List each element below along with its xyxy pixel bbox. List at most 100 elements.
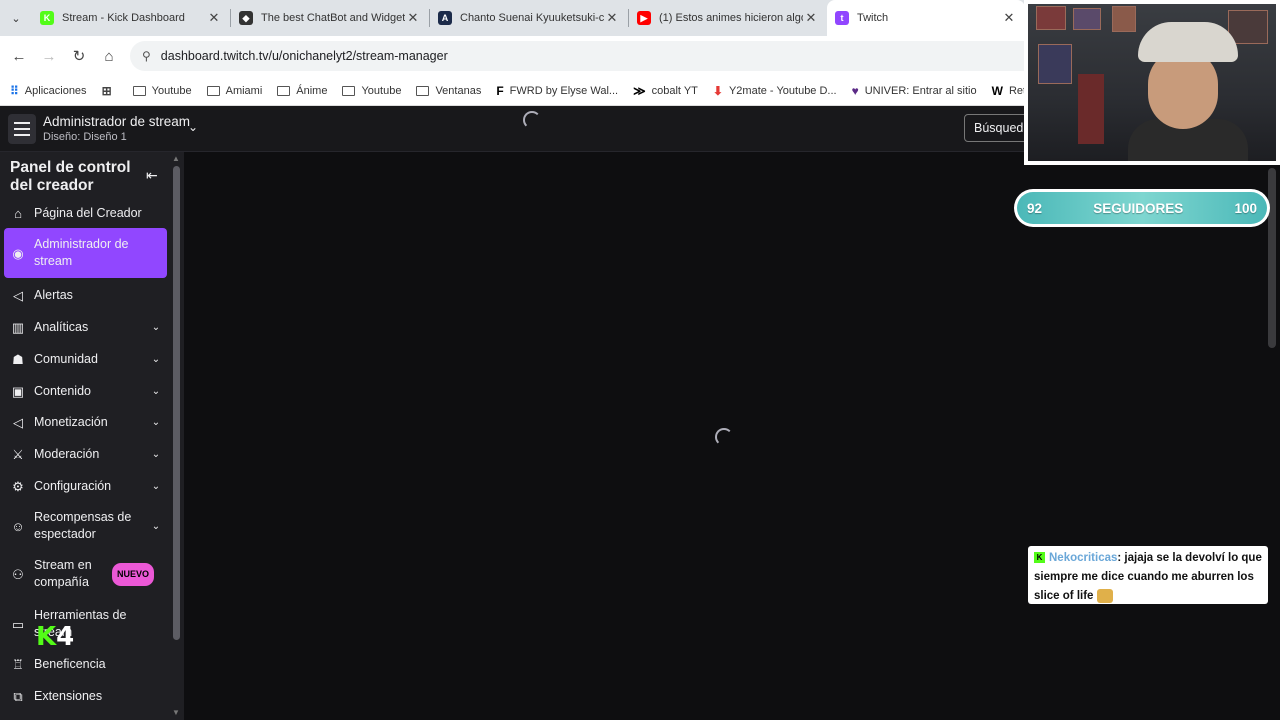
sidebar-item-label: Moderación — [34, 446, 100, 461]
grid-icon: ⊞ — [101, 83, 112, 98]
site-settings-icon[interactable]: ⚲ — [142, 49, 151, 63]
followers-goal: 100 — [1234, 200, 1257, 216]
bookmark-item[interactable]: ≫ cobalt YT — [633, 84, 698, 98]
chevron-down-icon[interactable]: ⌄ — [149, 478, 163, 495]
bookmark-item[interactable]: Ventanas — [416, 85, 481, 97]
page-title[interactable]: Administrador de stream — [43, 114, 190, 129]
tab-title: Stream - Kick Dashboard — [62, 12, 185, 24]
sidebar-item-stream-en-compañía[interactable]: ⚇ Stream en compañía NUEVO — [4, 554, 167, 594]
sidebar-item-label: Página del Creador — [34, 205, 142, 220]
browser-tab[interactable]: A Chanto Suenai Kyuuketsuki-cha ✕ — [430, 0, 628, 36]
bookmark-item[interactable]: Youtube — [342, 85, 401, 97]
sidebar-item-label: Monetización — [34, 414, 108, 429]
chevron-down-icon[interactable]: ⌄ — [149, 351, 163, 368]
browser-tab[interactable]: ▶ (1) Estos animes hicieron algo q ✕ — [629, 0, 827, 36]
sidebar-item-monetización[interactable]: ◁ Monetización ⌄ — [4, 410, 167, 434]
tab-title: The best ChatBot and Widgets — [261, 12, 405, 24]
collapse-sidebar-icon[interactable]: ⇤ — [146, 167, 158, 184]
reward-icon: ☺ — [11, 518, 25, 534]
menu-icon[interactable] — [8, 114, 36, 144]
sidebar-item-moderación[interactable]: ⚔ Moderación ⌄ — [4, 442, 167, 466]
creator-sidebar: Panel de control del creador ⇤ ⌂ Página d… — [0, 152, 184, 720]
sidebar-scrollbar[interactable] — [173, 166, 180, 640]
tab-favicon-icon: t — [835, 11, 849, 25]
chevron-down-icon[interactable]: ⌄ — [149, 446, 163, 463]
bookmark-label: UNIVER: Entrar al sitio — [864, 84, 977, 97]
chevron-down-icon[interactable]: ⌄ — [149, 383, 163, 400]
megaphone-icon: ◁ — [13, 287, 23, 303]
wikipedia-icon: W — [991, 83, 1003, 98]
address-bar[interactable]: ⚲ dashboard.twitch.tv/u/onichanelyt2/str… — [130, 41, 1130, 71]
close-tab-icon[interactable]: ✕ — [604, 10, 620, 26]
sidebar-item-label: Comunidad — [34, 351, 98, 366]
folder-icon — [132, 85, 146, 96]
bookmark-item[interactable]: ⬇ Y2mate - Youtube D... — [713, 84, 837, 98]
home-icon[interactable]: ⌂ — [94, 41, 124, 71]
browser-tab[interactable]: t Twitch ✕ — [827, 0, 1025, 36]
tab-title: (1) Estos animes hicieron algo q — [659, 12, 803, 24]
close-tab-icon[interactable]: ✕ — [1001, 10, 1017, 26]
sidebar-item-label: Configuración — [34, 478, 112, 493]
tab-favicon-icon: K — [40, 11, 54, 25]
chat-username: Nekocriticas — [1049, 552, 1118, 564]
bookmark-item[interactable]: Ánime — [277, 85, 327, 97]
close-tab-icon[interactable]: ✕ — [803, 10, 819, 26]
sidebar-item-administrador-de-stream[interactable]: ◉ Administrador de stream — [4, 228, 167, 278]
kick-icon: K — [1034, 552, 1045, 564]
sidebar-item-contenido[interactable]: ▣ Contenido ⌄ — [4, 379, 167, 403]
chevron-down-icon[interactable]: ⌄ — [149, 518, 163, 535]
ribbon-icon: ♖ — [12, 656, 24, 672]
broadcast-icon: ◉ — [12, 245, 24, 261]
gear-icon: ⚙ — [12, 478, 24, 494]
sidebar-item-extensiones[interactable]: ⧉ Extensiones — [4, 684, 167, 708]
bookmark-item[interactable]: ⠿ Aplicaciones — [10, 84, 87, 98]
main-scrollbar[interactable] — [1268, 168, 1276, 348]
scroll-up-icon[interactable]: ▲ — [172, 154, 180, 163]
close-tab-icon[interactable]: ✕ — [405, 10, 421, 26]
reload-icon[interactable]: ↻ — [64, 41, 94, 71]
sidebar-item-label: Analíticas — [34, 319, 89, 334]
bookmark-item[interactable]: ⊞ — [102, 84, 118, 98]
bookmark-label: Aplicaciones — [24, 84, 87, 97]
folder-icon — [416, 85, 430, 96]
sidebar-item-label: Administrador de stream — [34, 237, 129, 268]
browser-tab[interactable]: ◆ The best ChatBot and Widgets ✕ — [231, 0, 429, 36]
megaphone-money-icon: ◁ — [13, 414, 23, 430]
chart-icon: ▥ — [11, 319, 25, 335]
sidebar-heading: Panel de control del creador — [10, 159, 131, 194]
scroll-down-icon[interactable]: ▼ — [172, 708, 180, 717]
bookmark-item[interactable]: Youtube — [132, 84, 192, 97]
sidebar-item-recompensas-de-espectador[interactable]: ☺ Recompensas de espectador ⌄ — [4, 506, 167, 546]
chevron-down-icon[interactable]: ⌄ — [149, 414, 163, 431]
bookmark-label: FWRD by Elyse Wal... — [509, 84, 619, 97]
bookmark-label: cobalt YT — [651, 84, 698, 97]
chat-message-overlay: K Nekocriticas: jajaja se la devolví lo q… — [1028, 546, 1268, 604]
sidebar-item-página-del-creador[interactable]: ⌂ Página del Creador — [4, 201, 167, 225]
sidebar-item-analíticas[interactable]: ▥ Analíticas ⌄ — [4, 315, 167, 339]
tab-favicon-icon: A — [438, 11, 452, 25]
home-icon: ⌂ — [14, 205, 22, 221]
webcam-overlay — [1024, 0, 1280, 165]
tab-search-chevron-icon[interactable]: ⌄ — [0, 0, 32, 36]
browser-tab[interactable]: K Stream - Kick Dashboard ✕ — [32, 0, 230, 36]
forward-arrow-icon[interactable]: → — [34, 41, 64, 71]
sidebar-item-alertas[interactable]: ◁ Alertas — [4, 283, 167, 307]
close-tab-icon[interactable]: ✕ — [206, 10, 222, 26]
sidebar-item-configuración[interactable]: ⚙ Configuración ⌄ — [4, 474, 167, 498]
bookmark-label: Youtube — [151, 84, 192, 97]
back-arrow-icon[interactable]: ← — [4, 41, 34, 71]
sidebar-item-herramientas-de-stream[interactable]: ▭ Herramientas de stream — [4, 604, 167, 644]
sidebar-item-beneficencia[interactable]: ♖ Beneficencia — [4, 652, 167, 676]
sidebar-item-comunidad[interactable]: ☗ Comunidad ⌄ — [4, 347, 167, 371]
followers-goal-widget: 92 SEGUIDORES 100 — [1014, 189, 1270, 227]
chevron-down-icon[interactable]: ⌄ — [188, 120, 198, 134]
chevron-down-icon[interactable]: ⌄ — [149, 319, 163, 336]
bookmark-item[interactable]: Amiami — [206, 85, 262, 97]
folder-icon — [277, 85, 291, 96]
bookmark-item[interactable]: F FWRD by Elyse Wal... — [496, 84, 618, 98]
layout-subtitle: Diseño: Diseño 1 — [43, 131, 127, 143]
bookmark-item[interactable]: ♥ UNIVER: Entrar al sitio — [852, 84, 977, 98]
sidebar-item-label: Contenido — [34, 383, 91, 398]
add-friend-icon: ⚇ — [12, 566, 24, 582]
followers-label: SEGUIDORES — [1093, 200, 1184, 216]
